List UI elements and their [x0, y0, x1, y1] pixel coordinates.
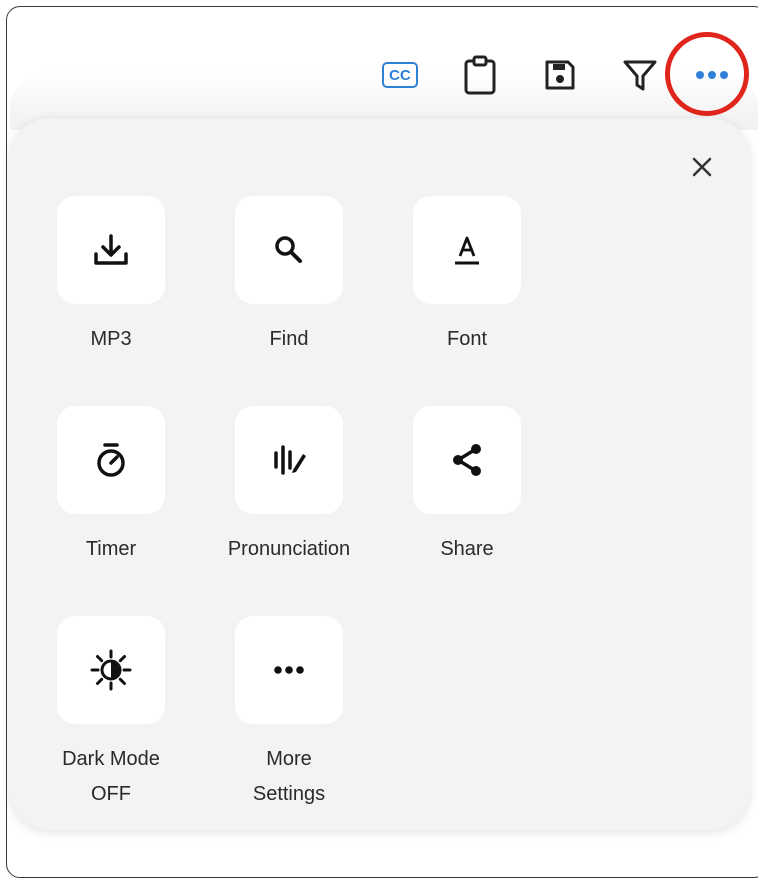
- captions-label: CC: [389, 66, 411, 84]
- share-icon: [453, 444, 481, 476]
- dark-mode-label: Dark Mode OFF: [21, 742, 201, 812]
- clipboard-icon: [464, 55, 496, 95]
- search-icon: [275, 236, 302, 263]
- clipboard-button[interactable]: [455, 50, 505, 100]
- mp3-button[interactable]: [57, 196, 165, 304]
- filter-button[interactable]: [615, 50, 665, 100]
- timer-button[interactable]: [57, 406, 165, 514]
- save-button[interactable]: [535, 50, 585, 100]
- more-settings-label: More Settings: [199, 742, 379, 812]
- font-label: Font: [446, 328, 488, 350]
- find-label: Find: [269, 328, 309, 350]
- close-icon: [692, 157, 712, 177]
- pronunciation-button[interactable]: [235, 406, 343, 514]
- more-settings-label-line2: Settings: [252, 783, 326, 805]
- captions-button[interactable]: CC: [375, 50, 425, 100]
- more-icon: [274, 666, 304, 674]
- share-button[interactable]: [413, 406, 521, 514]
- mp3-label: MP3: [90, 328, 132, 350]
- more-icon: [696, 71, 728, 79]
- find-button[interactable]: [235, 196, 343, 304]
- pronunciation-icon: [274, 445, 306, 475]
- dark-mode-button[interactable]: [57, 616, 165, 724]
- font-button[interactable]: [413, 196, 521, 304]
- dark-mode-label-line1: Dark Mode: [62, 748, 160, 770]
- timer-icon: [97, 443, 125, 477]
- save-icon: [545, 60, 575, 90]
- toolbar: CC: [370, 50, 750, 100]
- filter-icon: [623, 60, 657, 91]
- share-label: Share: [440, 538, 494, 560]
- more-settings-button[interactable]: [235, 616, 343, 724]
- pronunciation-label: Pronunciation: [227, 538, 351, 560]
- download-icon: [94, 234, 128, 265]
- window-edge: [0, 0, 6, 857]
- dark-mode-icon: [90, 649, 132, 691]
- more-button[interactable]: [687, 50, 737, 100]
- font-icon: [455, 236, 479, 265]
- close-button[interactable]: [680, 145, 724, 189]
- dark-mode-label-line2: OFF: [91, 783, 131, 805]
- timer-label: Timer: [85, 538, 137, 560]
- more-settings-label-line1: More: [266, 748, 312, 770]
- captions-icon: CC: [382, 62, 418, 88]
